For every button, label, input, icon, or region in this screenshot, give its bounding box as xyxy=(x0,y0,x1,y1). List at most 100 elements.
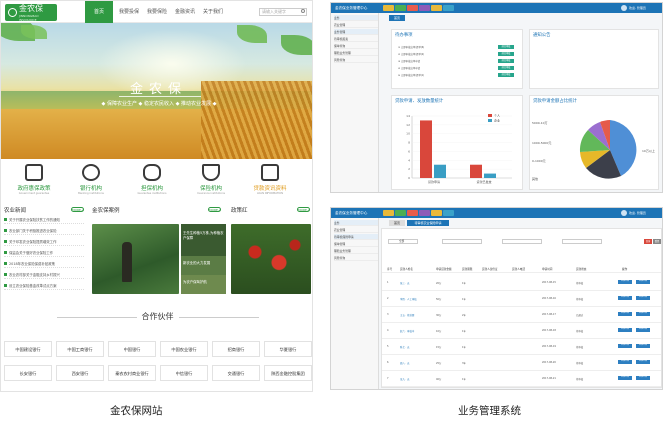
todo-item[interactable]: ⑤ 立即审批出单/提单(1) xyxy=(398,73,424,77)
nav-finance[interactable]: 金融资讯 xyxy=(173,1,197,23)
sidebar-item[interactable]: 待审核报案 xyxy=(334,36,378,42)
toolbar-button[interactable] xyxy=(419,5,430,11)
sidebar-item[interactable]: 理赔业务管理 xyxy=(334,50,378,56)
toolbar-button[interactable] xyxy=(383,5,394,11)
todo-item[interactable]: ③ 立即审批出单申请 xyxy=(398,59,420,63)
tomato-photo[interactable] xyxy=(231,224,311,294)
toolbar-button[interactable] xyxy=(395,210,406,216)
status-select[interactable]: 全部 xyxy=(388,239,418,244)
partner-logo[interactable]: 中国银行 xyxy=(108,341,156,357)
sidebar-item[interactable]: 风险查询 xyxy=(334,255,378,261)
sidebar-item[interactable]: 理赔业务管理 xyxy=(334,248,378,254)
row-action-button[interactable]: 审核详情 xyxy=(636,312,650,316)
search-icon[interactable] xyxy=(301,9,305,13)
user-label[interactable]: 欢迎, 管理员 xyxy=(629,209,646,217)
news-item[interactable]: 设立农业保险基金改革试点方案 xyxy=(4,282,84,290)
sidebar-item[interactable]: 待审核保险申请 xyxy=(334,234,378,240)
sidebar-item[interactable]: 农业管理 xyxy=(334,22,378,28)
news-more-button[interactable]: MORE+ xyxy=(71,207,84,212)
partner-logo[interactable]: 秦农农村商业银行 xyxy=(108,365,156,381)
sidebar-item[interactable]: 业务 xyxy=(334,220,378,226)
partner-logo[interactable]: 中国农业银行 xyxy=(160,341,208,357)
todo-item[interactable]: ④ 立即审批出单申请 xyxy=(398,66,420,70)
toolbar-button[interactable] xyxy=(419,210,430,216)
row-action-button[interactable]: 审核详情 xyxy=(618,328,632,332)
row-action-button[interactable]: 审核详情 xyxy=(618,376,632,380)
table-row[interactable]: 7 吴九 · 无 40万 1年 2017-08-21 待审核 审核详情 审核详情 xyxy=(382,371,661,387)
case-caption-c[interactable]: 为农户保驾护航 xyxy=(181,275,226,294)
partner-logo[interactable]: 长安银行 xyxy=(4,365,52,381)
cell-name[interactable]: 吴九 · 无 xyxy=(400,377,409,381)
market-more-button[interactable]: MORE+ xyxy=(297,207,310,212)
cell-name[interactable]: 周八 · 无 xyxy=(400,361,409,365)
partner-logo[interactable]: 华夏银行 xyxy=(264,341,312,357)
toolbar-button[interactable] xyxy=(443,5,454,11)
news-item[interactable]: 关于开展农业保险扶贫工作的通知 xyxy=(4,216,84,224)
toolbar-button[interactable] xyxy=(407,210,418,216)
cell-name[interactable]: 王五 · 待处理 xyxy=(400,313,414,317)
review-button[interactable]: 前往审核 xyxy=(498,73,514,77)
news-item[interactable]: 农业部门关于积极推进农业保险 xyxy=(4,227,84,235)
row-action-button[interactable]: 审核详情 xyxy=(636,376,650,380)
partner-logo[interactable]: 中信银行 xyxy=(160,365,208,381)
search-input[interactable] xyxy=(502,239,542,244)
tab-pending[interactable]: 待审核农业保险申请 xyxy=(407,220,449,226)
service-bank[interactable]: 银行机构 Banking institutions xyxy=(66,160,116,204)
partner-logo[interactable]: 中国工商银行 xyxy=(56,341,104,357)
nav-insure[interactable]: 我要保险 xyxy=(145,1,169,23)
partner-logo[interactable]: 中国建设银行 xyxy=(4,341,52,357)
table-row[interactable]: 4 赵六 · 审核中 10万 1年 2017-08-18 待审核 审核详情 审核详情 xyxy=(382,323,661,339)
partner-logo[interactable]: 交通银行 xyxy=(212,365,260,381)
row-action-button[interactable]: 审核详情 xyxy=(636,280,650,284)
partner-logo[interactable]: 招商银行 xyxy=(212,341,260,357)
case-photo-farmer[interactable] xyxy=(92,224,179,294)
table-row[interactable]: 2 李四 · 人工审核 50万 1年 2017-08-16 待审核 审核详情 审核详情 xyxy=(382,291,661,307)
partner-logo[interactable]: 陕西金融控股集团 xyxy=(264,365,312,381)
todo-item[interactable]: ② 立即审批出单/提单(2) xyxy=(398,52,424,56)
cell-name[interactable]: 张三 · 无 xyxy=(400,281,409,285)
nav-buy[interactable]: 我要投保 xyxy=(117,1,141,23)
row-action-button[interactable]: 审核详情 xyxy=(618,280,632,284)
sidebar-item[interactable]: 保单管理 xyxy=(334,241,378,247)
table-row[interactable]: 3 王五 · 待处理 30万 2年 2017-08-17 已通过 审核详情 审核详情 xyxy=(382,307,661,323)
cell-name[interactable]: 李四 · 人工审核 xyxy=(400,297,417,301)
row-action-button[interactable]: 审核详情 xyxy=(618,296,632,300)
table-row[interactable]: 5 陈七 · 无 15万 1年 2017-08-19 待审核 审核详情 审核详情 xyxy=(382,339,661,355)
partner-logo[interactable]: 西安银行 xyxy=(56,365,104,381)
avatar[interactable] xyxy=(621,210,627,216)
table-row[interactable]: 6 周八 · 无 25万 3年 2017-08-20 待审核 审核详情 审核详情 xyxy=(382,355,661,371)
service-insurance[interactable]: 保险机构 Insurance institutions xyxy=(186,160,236,204)
toolbar-button[interactable] xyxy=(383,210,394,216)
case-caption-a[interactable]: 王先生种植5万株,为种植农户保障 xyxy=(181,224,226,256)
nav-home[interactable]: 首页 xyxy=(85,1,113,23)
review-button[interactable]: 前往审核 xyxy=(498,59,514,63)
row-action-button[interactable]: 审核详情 xyxy=(618,360,632,364)
news-item[interactable]: 农业农村部关于金融支持乡村振兴 xyxy=(4,271,84,279)
cell-name[interactable]: 赵六 · 审核中 xyxy=(400,329,414,333)
search-input[interactable]: 请输入关键字 xyxy=(259,8,307,16)
date-input[interactable] xyxy=(562,239,602,244)
search-input[interactable] xyxy=(442,239,482,244)
service-government[interactable]: 政府惠保政策 Government guarantee xyxy=(9,160,59,204)
sidebar-item[interactable]: 风险查询 xyxy=(334,57,378,63)
review-button[interactable]: 前往审核 xyxy=(498,45,514,49)
case-caption-b[interactable]: 新农业的大力发展 xyxy=(181,256,226,275)
sidebar-item[interactable]: 保单查询 xyxy=(334,43,378,49)
cases-more-button[interactable]: MORE+ xyxy=(208,207,221,212)
row-action-button[interactable]: 审核详情 xyxy=(618,344,632,348)
sidebar-item[interactable]: 农业管理 xyxy=(334,227,378,233)
table-row[interactable]: 1 张三 · 无 20万 1年 2017-08-15 待审核 审核详情 审核详情 xyxy=(382,275,661,291)
toolbar-button[interactable] xyxy=(431,210,442,216)
row-action-button[interactable]: 审核详情 xyxy=(636,344,650,348)
site-logo[interactable]: 金农保 JINNONGBAO INSURANCE xyxy=(5,4,57,22)
toolbar-button[interactable] xyxy=(395,5,406,11)
search-button[interactable]: 查询 xyxy=(644,239,652,244)
review-button[interactable]: 前往审核 xyxy=(498,52,514,56)
row-action-button[interactable]: 审核详情 xyxy=(636,328,650,332)
sidebar-item[interactable]: 业务管理 xyxy=(334,29,378,35)
row-action-button[interactable]: 审核详情 xyxy=(636,360,650,364)
sidebar-item[interactable]: 业务 xyxy=(334,15,378,21)
service-loan[interactable]: 贷款资讯资料 LOAN INFORMATION xyxy=(245,160,295,204)
tab-home[interactable]: 首页 xyxy=(389,15,405,21)
toolbar-button[interactable] xyxy=(431,5,442,11)
